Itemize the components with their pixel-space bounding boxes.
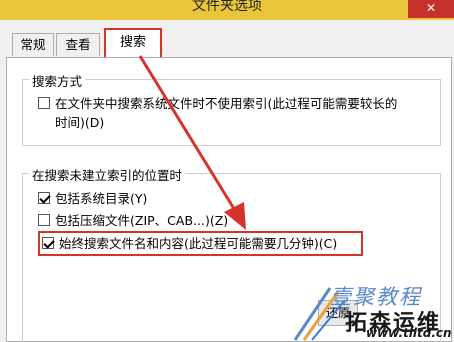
- include-system-dirs-checkbox[interactable]: [38, 192, 50, 204]
- no-index-option[interactable]: 在文件夹中搜索系统文件时不使用索引(此过程可能需要较长的: [38, 95, 397, 112]
- tab-strip: 常规 查看 搜索: [0, 28, 454, 58]
- include-system-dirs-option[interactable]: 包括系统目录(Y): [38, 190, 147, 207]
- title-bar: 文件夹选项 ✕: [0, 0, 454, 20]
- search-method-legend: 搜索方式: [29, 71, 86, 90]
- non-indexed-legend: 在搜索未建立索引的位置时: [29, 165, 186, 184]
- no-index-checkbox[interactable]: [38, 97, 50, 109]
- tab-search[interactable]: 搜索: [104, 28, 162, 57]
- include-compressed-option[interactable]: 包括压缩文件(ZIP、CAB...)(Z): [38, 212, 228, 229]
- annotation-highlight-box: [38, 231, 363, 256]
- watermark-url: www.tlltd.cn: [366, 326, 452, 340]
- close-button[interactable]: ✕: [408, 0, 454, 18]
- no-index-label-line2: 时间)(D): [55, 115, 105, 130]
- window-title: 文件夹选项: [192, 0, 262, 14]
- include-compressed-checkbox[interactable]: [38, 214, 50, 226]
- tab-view[interactable]: 查看: [56, 33, 100, 56]
- include-compressed-label: 包括压缩文件(ZIP、CAB...)(Z): [55, 213, 229, 228]
- search-method-group: 搜索方式: [22, 71, 441, 146]
- tab-general[interactable]: 常规: [12, 33, 54, 56]
- include-system-dirs-label: 包括系统目录(Y): [55, 191, 148, 206]
- no-index-label-line1: 在文件夹中搜索系统文件时不使用索引(此过程可能需要较长的: [55, 96, 398, 111]
